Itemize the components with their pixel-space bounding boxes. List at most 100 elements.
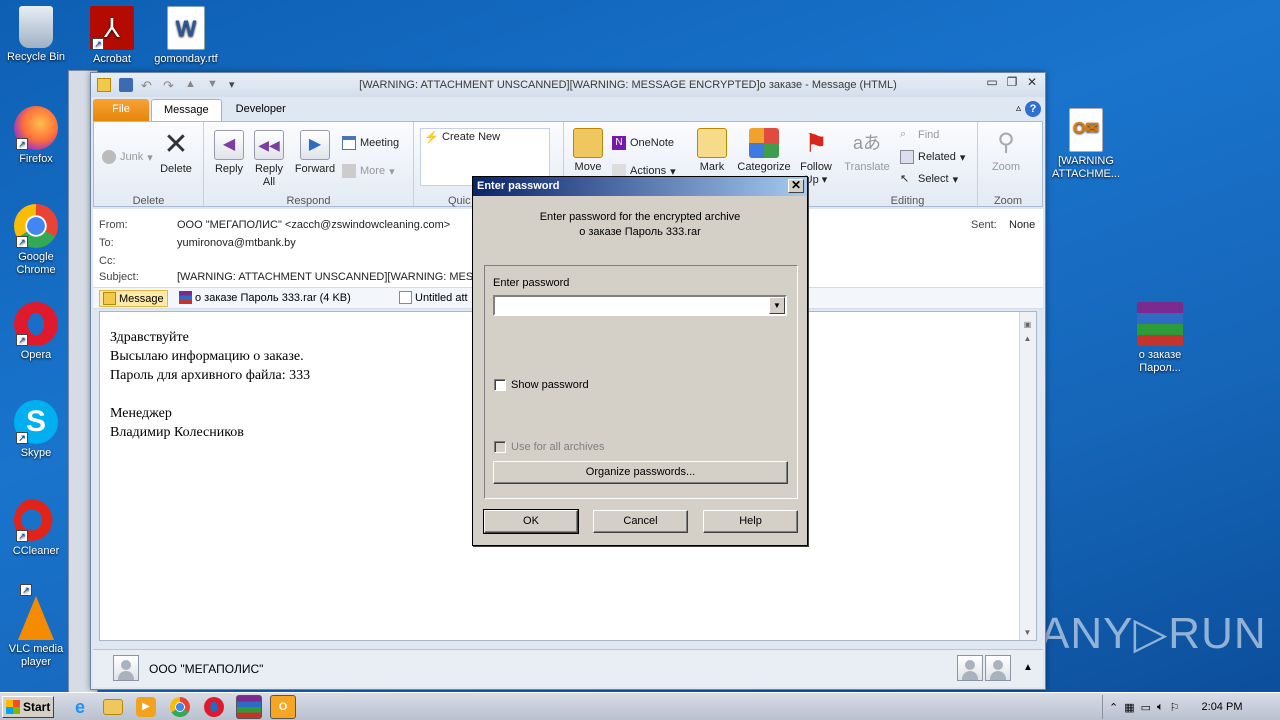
- attachment-untitled[interactable]: Untitled att: [399, 291, 468, 304]
- recycle-bin-icon: [19, 6, 53, 48]
- junk-label: Junk: [120, 151, 144, 163]
- select-button[interactable]: ↖ Select ▾: [900, 172, 958, 186]
- sent-value: None: [1009, 219, 1036, 231]
- related-label: Related: [918, 151, 956, 163]
- group-editing: aあ Translate ⌕ Find Related ▾ ↖ Select ▾ E…: [838, 122, 978, 208]
- winrar-icon[interactable]: [236, 695, 262, 719]
- ribbon-tabs: File Message Developer ▵ ?: [91, 97, 1045, 121]
- categorize-label: Categorize: [737, 161, 791, 173]
- desktop-icon-label: gomonday.rtf: [154, 53, 218, 65]
- desktop-icon-skype[interactable]: S ↗ Skype: [0, 400, 72, 460]
- desktop-icon-firefox[interactable]: ↗ Firefox: [0, 106, 72, 166]
- outlook-icon[interactable]: O: [270, 695, 296, 719]
- delete-x-icon: ✕: [163, 128, 189, 161]
- forward-button[interactable]: ▶ Forward: [292, 130, 338, 176]
- expand-people-pane-icon[interactable]: ▲: [1023, 662, 1033, 673]
- battery-icon[interactable]: ▭: [1141, 701, 1151, 714]
- desktop-icon-warning-message[interactable]: O✉ [WARNING ATTACHME...: [1048, 108, 1124, 181]
- attachment-label: Untitled att: [415, 291, 468, 304]
- find-label: Find: [918, 129, 940, 141]
- move-button[interactable]: Move: [570, 128, 606, 174]
- tab-developer[interactable]: Developer: [224, 99, 298, 121]
- desktop-icon-rar-archive[interactable]: о заказе Парол...: [1124, 302, 1196, 375]
- internet-explorer-icon[interactable]: e: [70, 697, 90, 717]
- reply-button[interactable]: ◀ Reply: [212, 130, 246, 176]
- minimize-icon[interactable]: ▭: [985, 76, 999, 90]
- find-button[interactable]: ⌕ Find: [900, 128, 939, 142]
- desktop-icon-ccleaner[interactable]: ↗ CCleaner: [0, 498, 72, 558]
- desktop-icon-opera[interactable]: ↗ Opera: [0, 302, 72, 362]
- show-hidden-icons[interactable]: ⌃: [1109, 701, 1118, 714]
- ok-button[interactable]: OK: [483, 509, 579, 534]
- tab-file[interactable]: File: [93, 99, 149, 121]
- categorize-button[interactable]: Categorize: [734, 128, 794, 174]
- clock[interactable]: 2:04 PM: [1202, 701, 1243, 713]
- desktop-icon-acrobat[interactable]: ⅄ ↗ Acrobat: [76, 6, 148, 66]
- scroll-up-icon[interactable]: ▲: [1020, 332, 1035, 346]
- windows-logo-icon: [6, 700, 20, 714]
- more-label: More: [360, 165, 386, 177]
- use-for-all-checkbox[interactable]: Use for all archives: [494, 441, 605, 453]
- explorer-icon[interactable]: [103, 699, 123, 715]
- checkbox-box: [494, 441, 506, 453]
- network-icon[interactable]: ▦: [1124, 701, 1134, 714]
- junk-button[interactable]: Junk ▾: [102, 150, 153, 164]
- dialog-title: Enter password: [477, 180, 560, 192]
- body-line: [110, 385, 310, 404]
- media-player-icon[interactable]: ▶: [136, 697, 156, 717]
- vertical-scrollbar[interactable]: ▣ ▲ ▼: [1019, 312, 1036, 640]
- desktop-icon-label: [WARNING ATTACHME...: [1051, 155, 1121, 180]
- attachment-rar[interactable]: о заказе Пароль 333.rar (4 KB): [179, 291, 351, 304]
- help-icon[interactable]: ?: [1025, 101, 1041, 117]
- zoom-button[interactable]: ⚲ Zoom: [986, 128, 1026, 174]
- tab-message[interactable]: Message: [151, 99, 222, 121]
- shortcut-arrow-icon: ↗: [16, 236, 28, 248]
- scroll-down-icon[interactable]: ▼: [1020, 626, 1035, 640]
- from-value[interactable]: ООО "МЕГАПОЛИС" <zacch@zswindowcleaning.…: [177, 219, 450, 231]
- opera-icon[interactable]: [204, 697, 224, 717]
- close-icon[interactable]: ✕: [1025, 76, 1039, 90]
- start-button[interactable]: Start: [2, 696, 54, 718]
- shortcut-arrow-icon: ↗: [92, 38, 104, 50]
- action-center-flag-icon[interactable]: ⚐: [1170, 701, 1180, 714]
- dialog-message-line: Enter password for the encrypted archive: [539, 211, 741, 223]
- organize-passwords-button[interactable]: Organize passwords...: [493, 461, 788, 484]
- desktop-icon-gomonday[interactable]: W gomonday.rtf: [150, 6, 222, 66]
- contact-avatar[interactable]: [957, 655, 983, 681]
- firefox-icon: ↗: [14, 106, 58, 150]
- volume-icon[interactable]: 🔈︎: [1157, 701, 1164, 714]
- more-button[interactable]: More ▾: [342, 164, 395, 178]
- shortcut-arrow-icon: ↗: [16, 530, 28, 542]
- contact-avatar[interactable]: [985, 655, 1011, 681]
- onenote-button[interactable]: N OneNote: [612, 136, 674, 150]
- password-combobox[interactable]: ▼: [493, 295, 787, 316]
- more-icon: [342, 164, 356, 178]
- show-password-checkbox[interactable]: Show password: [494, 379, 589, 391]
- create-new-quick-step[interactable]: ⚡ Create New: [424, 130, 500, 144]
- chrome-icon[interactable]: [170, 697, 190, 717]
- cc-label: Cc:: [99, 255, 116, 267]
- reply-all-button[interactable]: ◀◀ Reply All: [252, 130, 286, 189]
- desktop-icon-label: Skype: [20, 447, 52, 459]
- desktop-icon-vlc[interactable]: ↗ VLC media player: [0, 584, 72, 669]
- mark-button[interactable]: Mark: [692, 128, 732, 174]
- forward-label: Forward: [294, 163, 336, 175]
- meeting-button[interactable]: Meeting: [342, 136, 399, 150]
- split-icon[interactable]: ▣: [1020, 318, 1035, 332]
- onenote-icon: N: [612, 136, 626, 150]
- attachment-message[interactable]: Message: [99, 290, 168, 307]
- combo-dropdown-icon[interactable]: ▼: [769, 297, 785, 314]
- cancel-button[interactable]: Cancel: [593, 510, 688, 533]
- help-button[interactable]: Help: [703, 510, 798, 533]
- desktop-icon-chrome[interactable]: ↗ Google Chrome: [0, 204, 72, 277]
- translate-button[interactable]: aあ Translate: [842, 128, 892, 174]
- delete-button[interactable]: ✕ Delete: [156, 130, 196, 176]
- to-value[interactable]: yumironova@mtbank.by: [177, 237, 296, 249]
- collapse-ribbon-icon[interactable]: ▵: [1016, 103, 1021, 114]
- onenote-label: OneNote: [630, 137, 675, 149]
- desktop-icon-recycle-bin[interactable]: Recycle Bin: [0, 6, 72, 64]
- related-button[interactable]: Related ▾: [900, 150, 965, 164]
- restore-icon[interactable]: ❐: [1005, 76, 1019, 90]
- sender-avatar[interactable]: [113, 655, 139, 681]
- dialog-close-button[interactable]: ✕: [788, 179, 804, 193]
